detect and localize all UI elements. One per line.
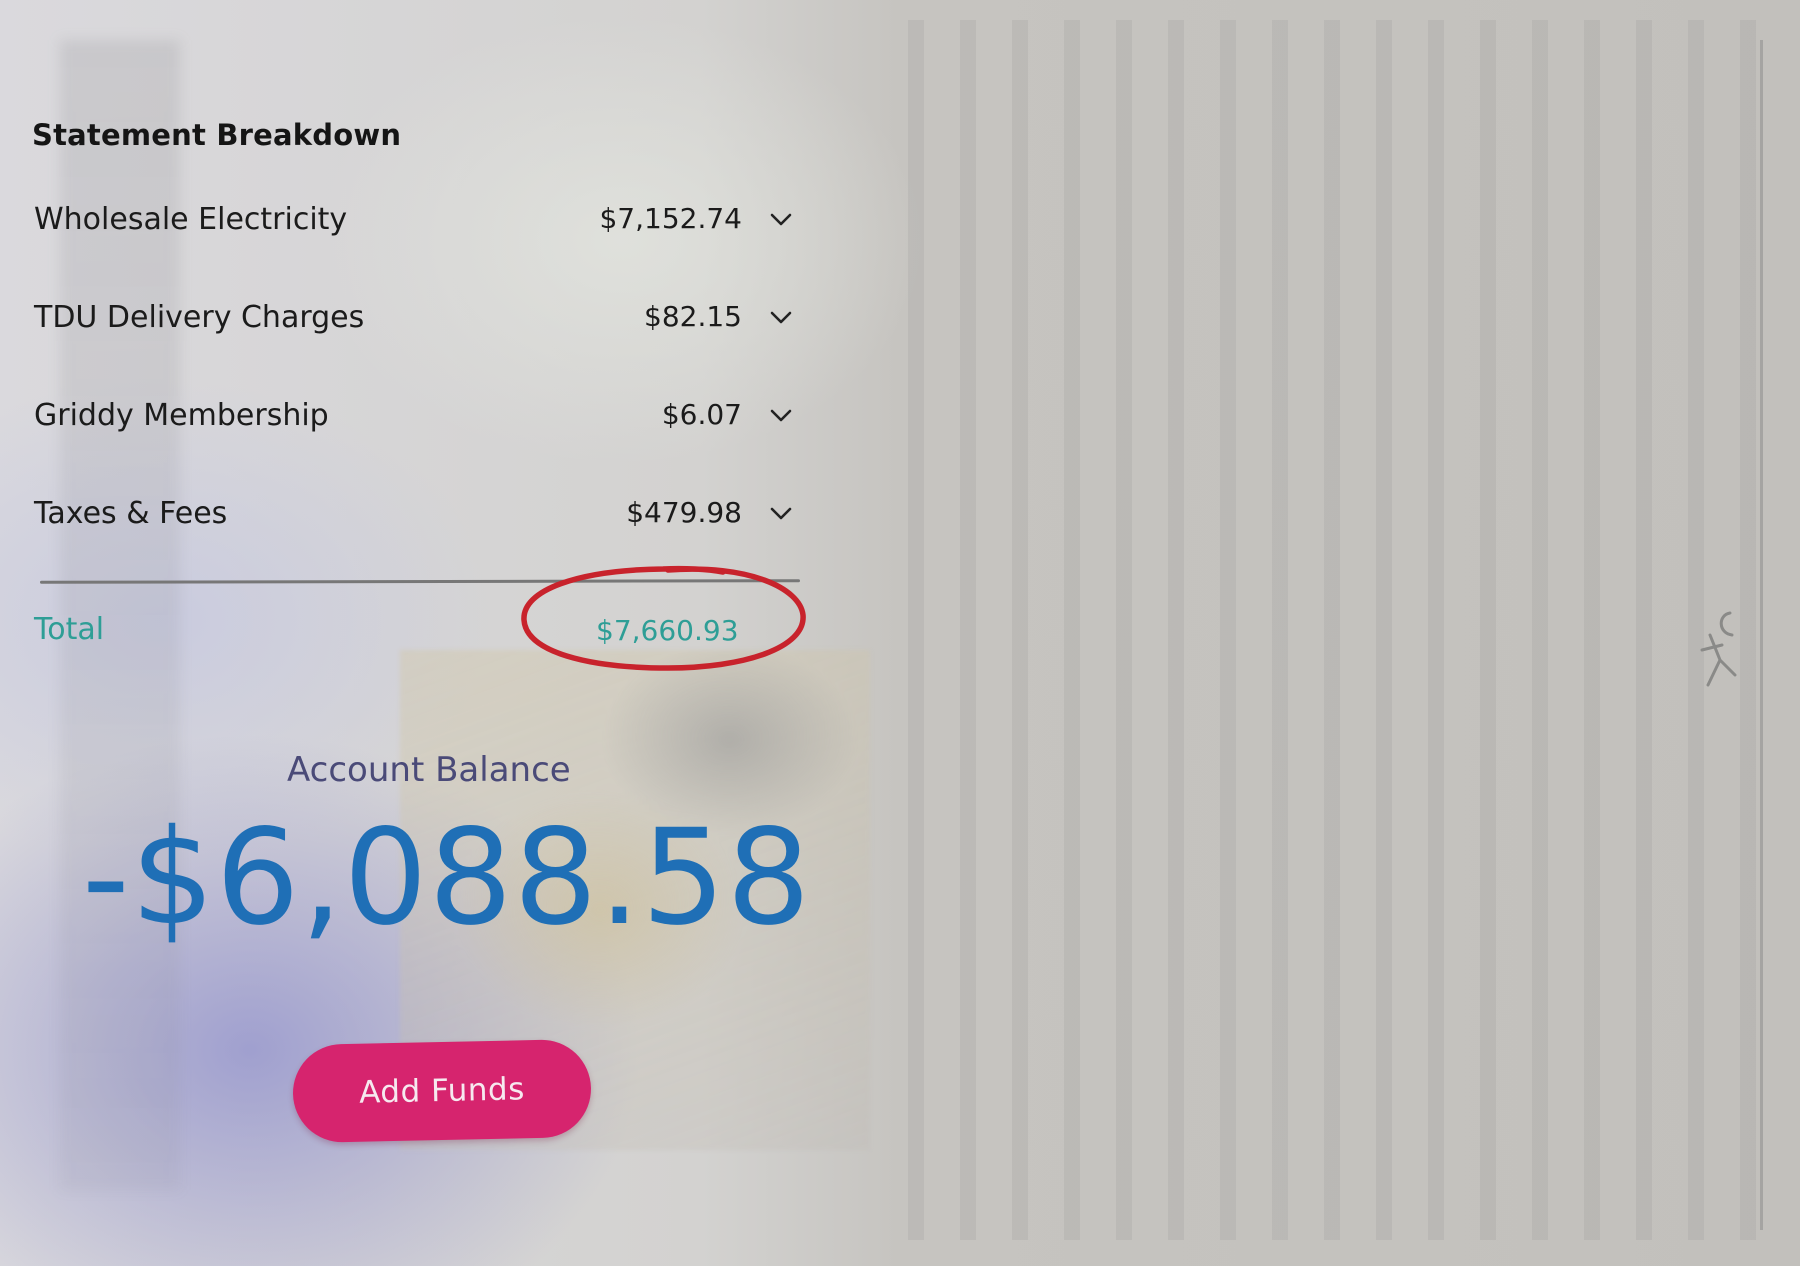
chevron-down-icon[interactable]	[768, 304, 794, 330]
background-newspaper-column	[890, 20, 1770, 1240]
line-item-amount: $479.98	[626, 496, 742, 529]
chevron-down-icon[interactable]	[768, 500, 794, 526]
chevron-down-icon[interactable]	[768, 402, 794, 428]
doodle-icon	[1700, 611, 1737, 687]
account-balance-amount: -$6,088.58	[82, 801, 812, 955]
account-balance-label: Account Balance	[287, 750, 571, 790]
line-item-label: TDU Delivery Charges	[34, 300, 365, 335]
line-item-label: Taxes & Fees	[34, 496, 228, 531]
line-item-amount: $6.07	[661, 398, 742, 431]
add-funds-label: Add Funds	[358, 1071, 526, 1111]
line-item-griddy-membership[interactable]: Griddy Membership $6.07	[32, 388, 802, 448]
line-item-amount: $7,152.74	[599, 202, 742, 235]
line-item-taxes-fees[interactable]: Taxes & Fees $479.98	[32, 486, 802, 546]
line-item-tdu-delivery-charges[interactable]: TDU Delivery Charges $82.15	[32, 290, 802, 350]
chevron-down-icon[interactable]	[768, 206, 794, 232]
line-item-label: Wholesale Electricity	[34, 202, 348, 237]
add-funds-button[interactable]: Add Funds	[292, 1038, 592, 1144]
background-column-rule	[1760, 40, 1763, 1230]
line-item-label: Griddy Membership	[34, 398, 329, 433]
total-label: Total	[34, 612, 105, 647]
red-circle-annotation	[521, 565, 806, 671]
line-item-amount: $82.15	[644, 300, 742, 333]
app-screen: Statement Breakdown Wholesale Electricit…	[0, 0, 1800, 1266]
line-item-wholesale-electricity[interactable]: Wholesale Electricity $7,152.74	[32, 192, 802, 252]
statement-title: Statement Breakdown	[32, 118, 402, 152]
